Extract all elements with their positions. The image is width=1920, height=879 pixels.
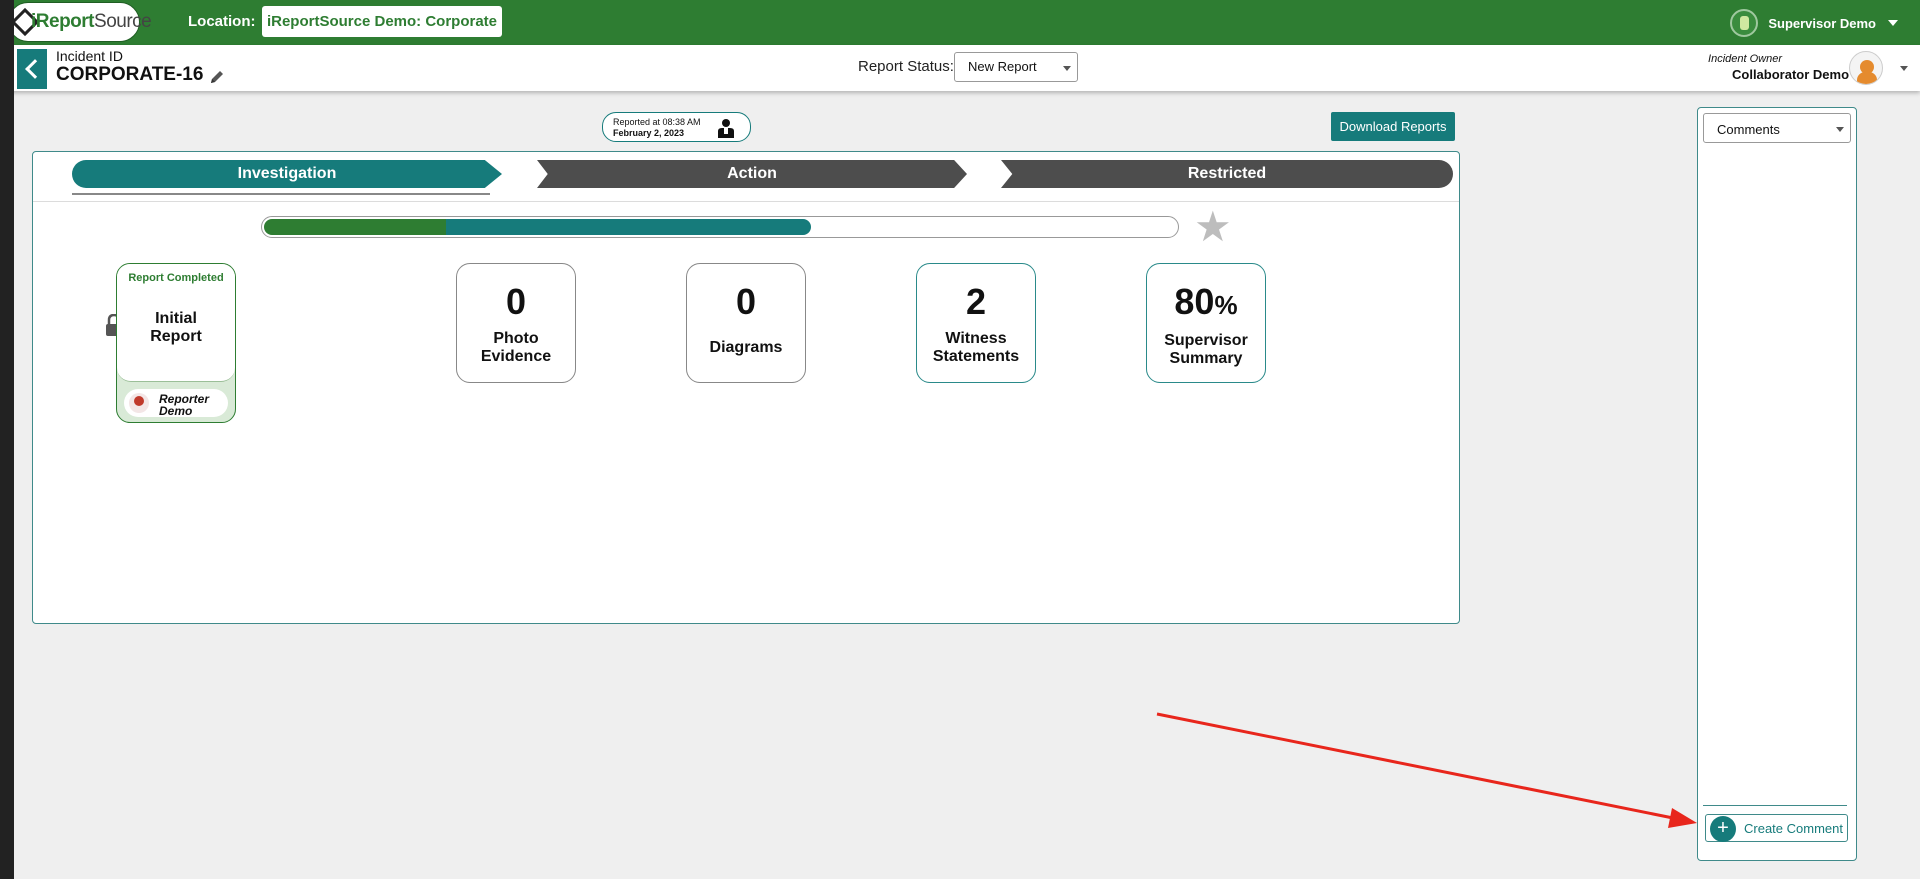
comments-select-value: Comments	[1717, 122, 1780, 137]
photo-evidence-label: Photo Evidence	[457, 330, 575, 366]
witness-statements-card[interactable]: 2 Witness Statements	[916, 263, 1036, 383]
reporter-name-line2: Demo	[159, 404, 193, 418]
create-comment-label: Create Comment	[1744, 821, 1843, 836]
comments-panel: Comments + Create Comment	[1697, 107, 1857, 861]
plus-icon: +	[1710, 816, 1736, 842]
logo-text-report: Report	[35, 11, 95, 32]
percent-sign: %	[1214, 290, 1238, 320]
photo-evidence-label-line2: Evidence	[480, 348, 552, 365]
logo-text-source: Source	[94, 11, 152, 32]
user-name: Supervisor Demo	[1768, 15, 1876, 31]
diagrams-label: Diagrams	[709, 339, 783, 356]
supervisor-summary-label-line1: Supervisor	[1164, 332, 1248, 349]
reporter-avatar-icon	[129, 393, 149, 413]
supervisor-summary-label: Supervisor Summary	[1147, 332, 1265, 368]
supervisor-summary-label-line2: Summary	[1169, 350, 1243, 367]
report-completed-status: Report Completed	[128, 272, 224, 284]
edit-pencil-icon[interactable]	[209, 69, 225, 85]
reporter-person-icon	[718, 119, 734, 138]
user-menu-caret-icon	[1888, 20, 1898, 26]
active-step-underline	[72, 193, 490, 195]
user-avatar-icon	[1730, 9, 1759, 37]
supervisor-summary-number: 80	[1174, 281, 1215, 322]
workflow-panel: Investigation Action Restricted ★ Report…	[32, 151, 1460, 624]
star-icon[interactable]: ★	[1194, 206, 1232, 248]
owner-menu-caret-icon[interactable]	[1900, 66, 1908, 71]
divider	[1703, 805, 1847, 806]
reporter-name: Reporter Demo	[159, 393, 209, 417]
diagrams-card[interactable]: 0 Diagrams	[686, 263, 806, 383]
owner-avatar[interactable]	[1849, 51, 1883, 85]
divider	[33, 201, 1459, 202]
location-selector[interactable]: iReportSource Demo: Corporate	[262, 6, 502, 37]
diagrams-count: 0	[735, 281, 757, 322]
location-label: Location:	[188, 13, 256, 30]
step-action[interactable]: Action	[537, 160, 967, 188]
reported-timestamp: Reported at 08:38 AM February 2, 2023	[602, 112, 751, 142]
incident-header: Incident ID CORPORATE-16 Report Status: …	[0, 45, 1920, 91]
initial-report-title: Initial Report	[117, 310, 235, 346]
witness-statements-label-line2: Statements	[932, 348, 1020, 365]
app-logo[interactable]: i Report Source	[8, 2, 152, 42]
incident-id-value: CORPORATE-16	[56, 64, 204, 85]
progress-completed-segment	[264, 219, 446, 235]
reported-time: Reported at 08:38 AM	[613, 117, 701, 127]
witness-statements-count: 2	[965, 281, 987, 322]
left-edge-strip	[0, 0, 14, 879]
photo-evidence-count: 0	[505, 281, 527, 322]
supervisor-summary-card[interactable]: 80% Supervisor Summary	[1146, 263, 1266, 383]
initial-report-title-line2: Report	[150, 328, 202, 345]
comments-select[interactable]: Comments	[1703, 113, 1851, 143]
chevron-left-icon	[25, 59, 45, 79]
initial-report-card[interactable]: Report Completed Initial Report Reporter…	[116, 263, 236, 423]
report-status-label: Report Status:	[858, 58, 954, 75]
witness-statements-label: Witness Statements	[917, 330, 1035, 366]
witness-statements-label-line1: Witness	[945, 330, 1007, 347]
chevron-down-icon	[1063, 66, 1071, 71]
download-reports-button[interactable]: Download Reports	[1331, 112, 1455, 141]
initial-report-title-line1: Initial	[155, 310, 197, 327]
chevron-down-icon	[1836, 127, 1844, 132]
user-menu[interactable]: Supervisor Demo	[1730, 9, 1898, 37]
reported-date: February 2, 2023	[613, 128, 685, 138]
back-button[interactable]	[17, 49, 47, 89]
supervisor-summary-percent: 80%	[1147, 284, 1265, 323]
photo-evidence-label-line1: Photo	[493, 330, 539, 347]
step-investigation[interactable]: Investigation	[72, 160, 502, 188]
step-restricted[interactable]: Restricted	[1001, 160, 1453, 188]
create-comment-button[interactable]: + Create Comment	[1705, 814, 1848, 842]
incident-id-label: Incident ID	[56, 48, 123, 64]
reporter-badge: Reporter Demo	[124, 389, 228, 417]
photo-evidence-card[interactable]: 0 Photo Evidence	[456, 263, 576, 383]
progress-bar	[261, 216, 1179, 238]
incident-owner-label: Incident Owner	[1708, 53, 1782, 65]
incident-owner-name: Collaborator Demo	[1732, 67, 1850, 82]
report-status-select[interactable]: New Report	[954, 52, 1078, 82]
top-bar: i Report Source Location: iReportSource De…	[0, 0, 1920, 45]
progress-active-segment	[446, 219, 811, 235]
report-status-value: New Report	[968, 59, 1037, 74]
